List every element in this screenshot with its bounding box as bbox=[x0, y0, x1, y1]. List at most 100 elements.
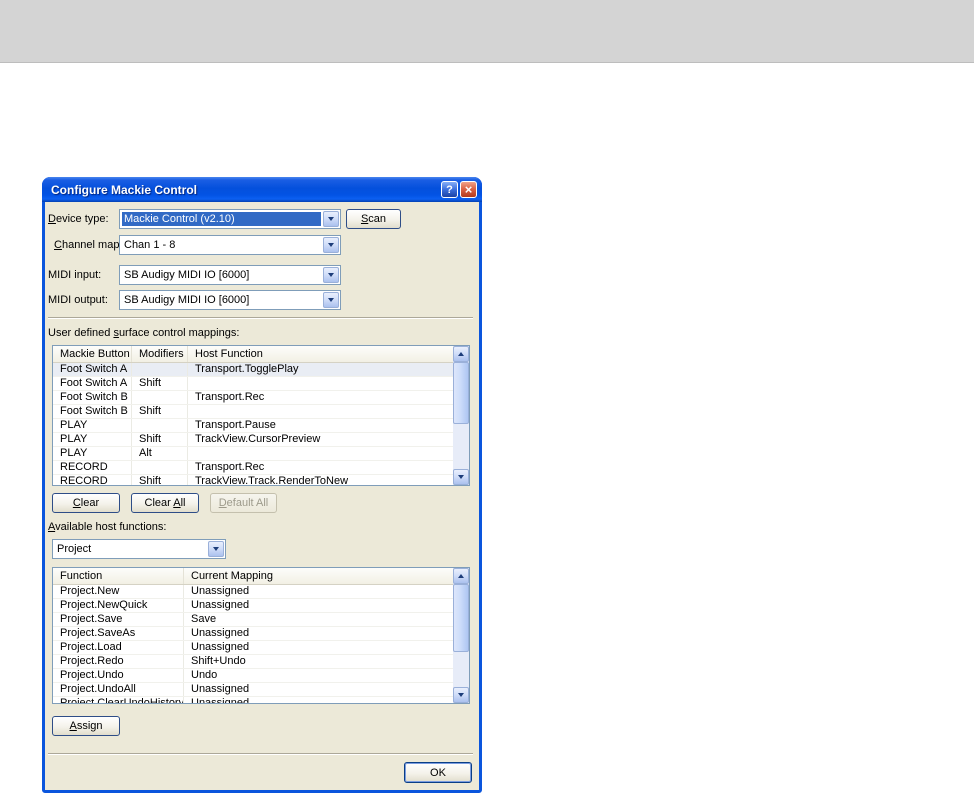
midi-output-dropdown-button[interactable] bbox=[323, 292, 339, 308]
midi-input-dropdown-button[interactable] bbox=[323, 267, 339, 283]
column-header-current-mapping[interactable]: Current Mapping bbox=[184, 568, 453, 584]
table-row[interactable]: PLAY Shift TrackView.CursorPreview bbox=[53, 433, 453, 447]
host-functions-table: Function Current Mapping Project.New Una… bbox=[52, 567, 470, 704]
channel-mapping-value: Chan 1 - 8 bbox=[124, 239, 176, 251]
arrow-down-icon bbox=[458, 475, 464, 479]
table-row[interactable]: Project.Save Save bbox=[53, 613, 453, 627]
host-function-category-value: Project bbox=[57, 543, 92, 555]
host-functions-table-header: Function Current Mapping bbox=[53, 568, 453, 585]
table-row[interactable]: Project.Redo Shift+Undo bbox=[53, 655, 453, 669]
cell-mackie-button: Foot Switch A bbox=[53, 363, 132, 376]
cell-modifiers bbox=[132, 391, 188, 404]
scroll-down-button[interactable] bbox=[453, 469, 469, 485]
chevron-down-icon bbox=[213, 547, 219, 551]
scrollbar-thumb[interactable] bbox=[453, 584, 469, 652]
cell-mackie-button: Foot Switch A bbox=[53, 377, 132, 390]
channel-mapping-dropdown-button[interactable] bbox=[323, 237, 339, 253]
column-header-function[interactable]: Function bbox=[53, 568, 184, 584]
table-row[interactable]: RECORD Transport.Rec bbox=[53, 461, 453, 475]
default-all-button: Default All bbox=[210, 493, 277, 513]
table-row[interactable]: Project.NewQuick Unassigned bbox=[53, 599, 453, 613]
cell-mackie-button: Foot Switch B bbox=[53, 405, 132, 418]
arrow-up-icon bbox=[458, 574, 464, 578]
host-functions-table-body: Project.New Unassigned Project.NewQuick … bbox=[53, 585, 453, 703]
scroll-down-button[interactable] bbox=[453, 687, 469, 703]
midi-output-label: MIDI output: bbox=[48, 294, 108, 306]
help-button[interactable]: ? bbox=[441, 181, 458, 198]
mappings-table-header: Mackie Button Modifiers Host Function bbox=[53, 346, 453, 363]
cell-current-mapping: Unassigned bbox=[191, 641, 250, 653]
arrow-up-icon bbox=[458, 352, 464, 356]
cell-function: Project.NewQuick bbox=[53, 599, 184, 612]
scroll-up-button[interactable] bbox=[453, 568, 469, 584]
host-category-dropdown-button[interactable] bbox=[208, 541, 224, 557]
cell-current-mapping: Undo bbox=[191, 669, 218, 681]
table-row[interactable]: PLAY Alt bbox=[53, 447, 453, 461]
table-row[interactable]: PLAY Transport.Pause bbox=[53, 419, 453, 433]
device-type-select[interactable]: Mackie Control (v2.10) bbox=[119, 209, 341, 229]
cell-host-function: Transport.Pause bbox=[195, 419, 276, 431]
close-button[interactable]: × bbox=[460, 181, 477, 198]
table-row[interactable]: Project.Undo Undo bbox=[53, 669, 453, 683]
scroll-up-button[interactable] bbox=[453, 346, 469, 362]
table-row[interactable]: Foot Switch B Shift bbox=[53, 405, 453, 419]
cell-host-function: TrackView.CursorPreview bbox=[195, 433, 321, 445]
table-row[interactable]: Project.SaveAs Unassigned bbox=[53, 627, 453, 641]
cell-mackie-button: RECORD bbox=[53, 461, 132, 474]
cell-current-mapping: Unassigned bbox=[191, 697, 250, 703]
cell-current-mapping: Unassigned bbox=[191, 599, 250, 611]
mappings-scrollbar[interactable] bbox=[453, 346, 469, 485]
cell-function: Project.Load bbox=[53, 641, 184, 654]
cell-host-function bbox=[188, 447, 453, 460]
cell-current-mapping: Unassigned bbox=[191, 585, 250, 597]
assign-button[interactable]: Assign bbox=[52, 716, 120, 736]
midi-input-label: MIDI input: bbox=[48, 269, 102, 281]
cell-host-function: TrackView.Track.RenderToNew bbox=[195, 475, 349, 485]
midi-input-value: SB Audigy MIDI IO [6000] bbox=[124, 269, 250, 281]
host-functions-label: Available host functions: bbox=[48, 521, 167, 533]
cell-current-mapping: Save bbox=[191, 613, 217, 625]
column-header-modifiers[interactable]: Modifiers bbox=[132, 346, 188, 362]
ok-button[interactable]: OK bbox=[404, 762, 472, 783]
table-row[interactable]: Foot Switch A Transport.TogglePlay bbox=[53, 363, 453, 377]
cell-function: Project.Save bbox=[53, 613, 184, 626]
question-icon: ? bbox=[446, 183, 453, 196]
table-row[interactable]: Foot Switch A Shift bbox=[53, 377, 453, 391]
app-toolbar-area bbox=[0, 0, 974, 63]
cell-mackie-button: PLAY bbox=[53, 433, 132, 446]
scan-button[interactable]: Scan bbox=[346, 209, 401, 229]
channel-mapping-select[interactable]: Chan 1 - 8 bbox=[119, 235, 341, 255]
configure-mackie-control-dialog: Configure Mackie Control ? × Device type… bbox=[42, 177, 482, 793]
chevron-down-icon bbox=[328, 298, 334, 302]
cell-modifiers: Shift bbox=[132, 377, 188, 390]
table-row[interactable]: Project.ClearUndoHistory Unassigned bbox=[53, 697, 453, 703]
cell-function: Project.ClearUndoHistory bbox=[53, 697, 184, 703]
chevron-down-icon bbox=[328, 217, 334, 221]
column-header-host-function[interactable]: Host Function bbox=[188, 346, 453, 362]
midi-output-select[interactable]: SB Audigy MIDI IO [6000] bbox=[119, 290, 341, 310]
cell-mackie-button: Foot Switch B bbox=[53, 391, 132, 404]
clear-all-button[interactable]: Clear All bbox=[131, 493, 199, 513]
column-header-mackie-button[interactable]: Mackie Button bbox=[53, 346, 132, 362]
scrollbar-thumb[interactable] bbox=[453, 362, 469, 424]
table-row[interactable]: Foot Switch B Transport.Rec bbox=[53, 391, 453, 405]
host-functions-scrollbar[interactable] bbox=[453, 568, 469, 703]
cell-modifiers: Shift bbox=[132, 475, 188, 485]
cell-modifiers: Alt bbox=[132, 447, 188, 460]
table-row[interactable]: Project.New Unassigned bbox=[53, 585, 453, 599]
cell-modifiers bbox=[132, 363, 188, 376]
midi-input-select[interactable]: SB Audigy MIDI IO [6000] bbox=[119, 265, 341, 285]
arrow-down-icon bbox=[458, 693, 464, 697]
table-row[interactable]: Project.Load Unassigned bbox=[53, 641, 453, 655]
dialog-titlebar[interactable]: Configure Mackie Control ? × bbox=[42, 177, 482, 202]
table-row[interactable]: RECORD Shift TrackView.Track.RenderToNew bbox=[53, 475, 453, 485]
device-type-dropdown-button[interactable] bbox=[323, 211, 339, 227]
mappings-section-label: User defined surface control mappings: bbox=[48, 327, 240, 339]
table-row[interactable]: Project.UndoAll Unassigned bbox=[53, 683, 453, 697]
cell-mackie-button: PLAY bbox=[53, 419, 132, 432]
cell-mackie-button: RECORD bbox=[53, 475, 132, 485]
host-function-category-select[interactable]: Project bbox=[52, 539, 226, 559]
cell-host-function: Transport.Rec bbox=[195, 461, 265, 473]
clear-button[interactable]: Clear bbox=[52, 493, 120, 513]
chevron-down-icon bbox=[328, 273, 334, 277]
